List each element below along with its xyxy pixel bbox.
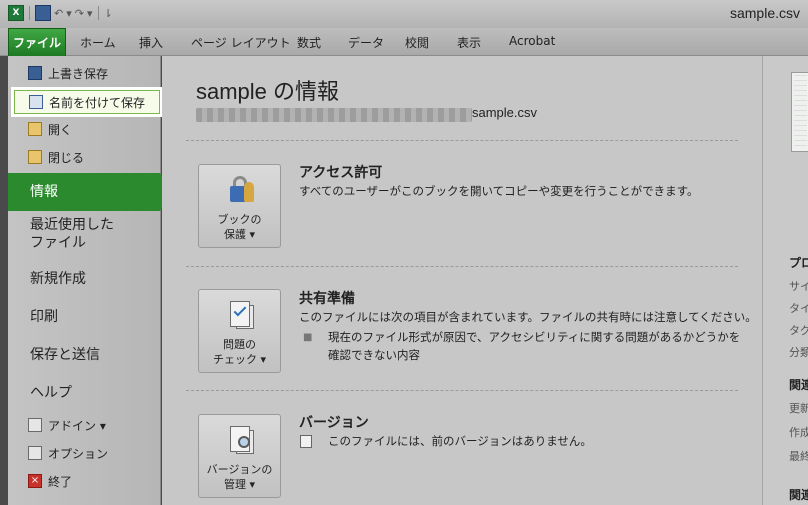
manage-versions-button[interactable]: バージョンの 管理 ▾ [198,414,281,498]
tab-formulas[interactable]: 数式 [297,34,321,51]
accessibility-note: 現在のファイル形式が原因で、アクセシビリティに関する問題があるかどうかを確認でき… [328,330,741,362]
open-label: 開く [48,122,73,137]
addins-command[interactable]: アドイン ▾ [14,414,154,436]
versions-label-line1: バージョンの [206,463,273,476]
recent-label-line2: ファイル [30,235,86,251]
property-title-label: タイ [789,302,808,315]
permissions-text: すべてのユーザーがこのブックを開いてコピーや変更を行うことができます。 [299,184,699,198]
open-command[interactable]: 開く [14,118,154,140]
blurred-file-path [196,108,472,122]
tab-review[interactable]: 校閲 [405,34,429,51]
save-command[interactable]: 上書き保存 [14,62,154,84]
addins-icon [28,418,42,432]
section-divider [186,266,738,267]
prepare-sharing-text: このファイルには次の項目が含まれています。ファイルの共有時には注意してください。 [299,310,757,324]
info-pane: sample の情報 sample.csv ブックの 保護 ▾ アクセス許可 す… [162,56,762,505]
save-icon [28,66,42,80]
nav-item-print[interactable]: 印刷 [8,308,160,326]
exit-command[interactable]: × 終了 [14,470,154,492]
document-check-icon [224,299,256,331]
property-category-label: 分類 [789,346,808,359]
save-as-icon [29,95,43,109]
nav-item-info[interactable]: 情報 [8,173,170,211]
title-bar: X ↶ ▾ ↷ ▾ ⇂ sample.csv [0,0,808,28]
excel-icon[interactable]: X [8,5,24,21]
related-dates-heading: 関連 [789,378,808,392]
permissions-heading: アクセス許可 [299,165,383,181]
quick-access-toolbar: X ↶ ▾ ↷ ▾ ⇂ [8,5,113,21]
exit-icon: × [28,474,42,488]
addins-label: アドイン ▾ [48,418,106,433]
customize-qat-icon[interactable]: ⇂ [104,7,113,20]
options-label: オプション [48,446,109,461]
protect-label-line2: 保護 ▾ [223,228,256,241]
save-as-command[interactable]: 名前を付けて保存 [14,90,160,114]
nav-item-help[interactable]: ヘルプ [8,384,160,402]
protect-workbook-button[interactable]: ブックの 保護 ▾ [198,164,281,248]
lock-key-icon [224,174,256,206]
ribbon-tabs: ファイル ホーム 挿入 ページ レイアウト 数式 データ 校閲 表示 Acrob… [0,28,808,56]
section-divider [186,140,738,141]
property-created-label: 作成 [789,426,808,439]
backstage-nav: 上書き保存 名前を付けて保存 開く 閉じる 情報 最近使用した ファイル 新規作… [8,56,170,505]
tab-view[interactable]: 表示 [457,34,481,51]
version-doc-icon [300,435,312,448]
qat-separator [29,6,30,20]
tab-file[interactable]: ファイル [8,28,66,56]
options-icon [28,446,42,460]
related-people-heading: 関連 [789,488,808,502]
protect-label-line1: ブックの [217,213,262,226]
versions-heading: バージョン [299,415,369,431]
versions-magnifier-icon [224,424,256,456]
exit-label: 終了 [48,474,73,489]
section-divider [186,390,738,391]
tab-acrobat[interactable]: Acrobat [509,34,555,48]
check-label-line2: チェック ▾ [212,353,267,366]
properties-panel: プロ サイ タイ タグ 分類 関連 更新 作成 最終 関連 [762,56,808,505]
property-last-printed-label: 最終 [789,450,808,463]
redo-dropdown-icon[interactable]: ▾ [87,7,93,20]
page-title: sample の情報 [196,79,340,104]
tab-page-layout[interactable]: ページ レイアウト [191,34,291,51]
close-label: 閉じる [48,150,85,165]
info-label: 情報 [30,184,58,200]
nav-item-save-send[interactable]: 保存と送信 [8,346,160,364]
property-size-label: サイ [789,280,808,293]
versions-text: このファイルには、前のバージョンはありません。 [328,434,592,448]
properties-heading[interactable]: プロ [789,254,808,271]
check-issues-button[interactable]: 問題の チェック ▾ [198,289,281,373]
property-tags-label: タグ [789,324,808,337]
redo-icon[interactable]: ↷ [75,7,84,20]
close-folder-icon [28,150,42,164]
property-modified-label: 更新 [789,402,808,415]
window-title: sample.csv [729,5,800,21]
open-folder-icon [28,122,42,136]
tab-data[interactable]: データ [348,34,384,51]
save-icon[interactable] [35,5,51,21]
nav-item-recent[interactable]: 最近使用した ファイル [8,216,160,252]
nav-item-new[interactable]: 新規作成 [8,270,160,288]
close-command[interactable]: 閉じる [14,146,154,168]
options-command[interactable]: オプション [14,442,154,464]
versions-label-line2: 管理 ▾ [223,478,256,491]
tab-home[interactable]: ホーム [80,34,116,51]
qat-separator [97,6,99,20]
recent-label-line1: 最近使用した [30,217,114,233]
undo-icon[interactable]: ↶ [54,7,63,20]
file-name: sample.csv [472,105,538,120]
undo-dropdown-icon[interactable]: ▾ [66,7,72,20]
bullet-icon: ■ [303,332,313,343]
save-label: 上書き保存 [48,66,109,81]
workbook-thumbnail[interactable] [791,72,808,152]
tab-insert[interactable]: 挿入 [139,34,163,51]
prepare-sharing-heading: 共有準備 [299,291,355,307]
check-label-line1: 問題の [223,338,256,351]
save-as-label: 名前を付けて保存 [49,95,146,110]
